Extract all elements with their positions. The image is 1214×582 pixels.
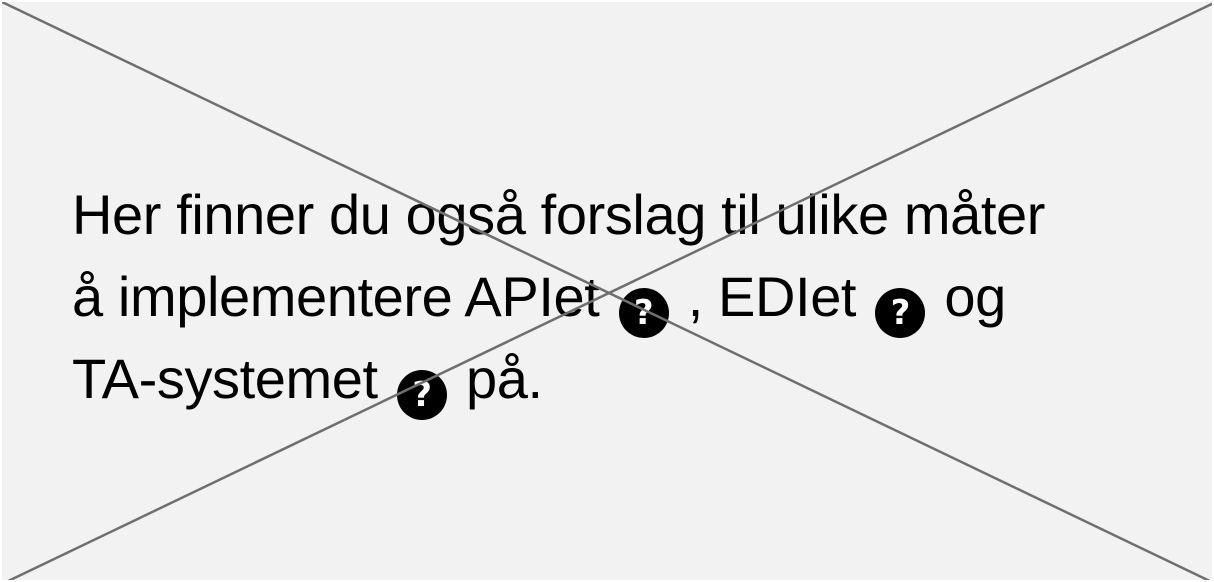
description-line-1: Her finner du også forslag til ulike måt… xyxy=(72,174,1182,256)
description-text: og xyxy=(929,265,1006,328)
description-paragraph: Her finner du også forslag til ulike måt… xyxy=(72,174,1182,420)
description-text: Her finner du også forslag til ulike måt… xyxy=(72,183,1045,246)
description-text: på. xyxy=(450,347,543,410)
description-line-2: å implementere APIet ? , EDIet ? og xyxy=(72,256,1182,338)
description-text: , EDIet xyxy=(672,265,872,328)
ta-system-help-icon[interactable]: ? xyxy=(396,370,447,420)
image-placeholder: Her finner du også forslag til ulike måt… xyxy=(0,0,1214,582)
description-text: TA-systemet xyxy=(72,347,393,410)
description-line-3: TA-systemet ? på. xyxy=(72,338,1182,420)
description-text: å implementere APIet xyxy=(72,265,615,328)
edi-help-icon[interactable]: ? xyxy=(875,288,926,338)
api-help-icon[interactable]: ? xyxy=(618,288,669,338)
